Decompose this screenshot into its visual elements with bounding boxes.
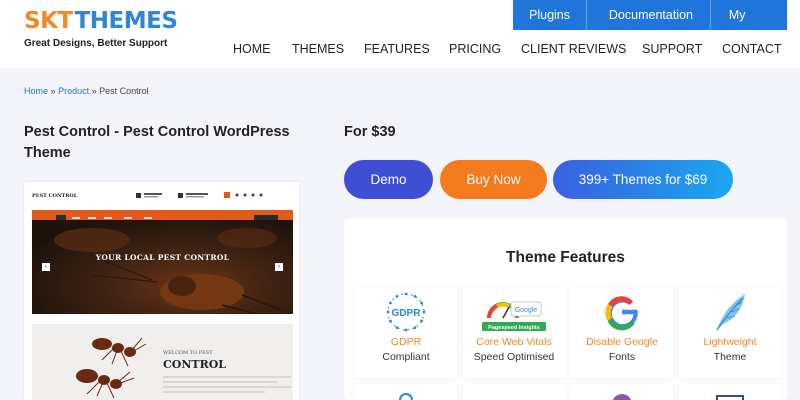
logo-tagline: Great Designs, Better Support [24, 38, 168, 49]
feature-lightweight-title: Lightweight [703, 336, 757, 348]
preview-prev-arrow-icon: ‹ [42, 263, 50, 271]
breadcrumb: Home » Product » Pest Control [24, 86, 149, 96]
preview-control-heading: CONTROL [163, 358, 227, 371]
breadcrumb-product[interactable]: Product [58, 86, 89, 96]
feature-row2-icon [399, 393, 413, 400]
breadcrumb-current: Pest Control [99, 86, 149, 96]
site-header: SKTTHEMES Great Designs, Better Support … [0, 0, 800, 68]
feature-card-row2-4 [679, 384, 781, 400]
feature-core-web-vitals-subtitle: Speed Optimised [473, 351, 555, 363]
feather-icon [716, 294, 745, 331]
feature-card-disable-google-fonts: Disable Google Fonts [571, 286, 673, 378]
preview-welcome-text: WELCOM TO PEST [163, 350, 213, 356]
feature-card-lightweight: Lightweight Theme [679, 286, 781, 378]
theme-features-panel: Theme Features GDPR GDPR Compliant Googl… [344, 219, 787, 400]
pagespeed-icon: Google Pagespeed Insights [482, 301, 546, 331]
preview-next-arrow-icon: › [275, 263, 283, 271]
feature-disable-google-fonts-subtitle: Fonts [608, 351, 636, 363]
feature-core-web-vitals-title: Core Web Vitals [476, 336, 552, 348]
nav-item-client-reviews[interactable]: CLIENT REVIEWS [521, 42, 642, 56]
preview-contact-strip [136, 192, 263, 198]
feature-card-row2-2 [463, 384, 565, 400]
page-title: Pest Control - Pest Control WordPress Th… [24, 124, 290, 161]
feature-card-core-web-vitals: Google Pagespeed Insights Core Web Vital… [463, 286, 565, 378]
nav-item-home[interactable]: HOME [233, 42, 292, 56]
feature-card-row2-3 [571, 384, 673, 400]
svg-text:GDPR: GDPR [392, 308, 422, 319]
pagespeed-insights-text: Pagespeed Insights [488, 325, 540, 331]
preview-hero-banner: YOUR LOCAL PEST CONTROL ‹ › [32, 220, 293, 314]
nav-item-contact[interactable]: CONTACT [722, 42, 782, 56]
nav-item-support[interactable]: SUPPORT [642, 42, 722, 56]
google-icon [605, 296, 638, 331]
preview-hero-heading: YOUR LOCAL PEST CONTROL [95, 253, 230, 262]
site-logo[interactable]: SKTTHEMES Great Designs, Better Support [24, 8, 178, 49]
feature-gdpr-title: GDPR [390, 336, 422, 348]
documentation-link[interactable]: Documentation [587, 0, 710, 30]
preview-header: PEST CONTROL [24, 182, 299, 210]
main-navigation: HOME THEMES FEATURES PRICING CLIENT REVI… [233, 42, 782, 56]
logo-brand-right: THEMES [74, 8, 178, 34]
feature-lightweight-subtitle: Theme [713, 351, 747, 363]
plugins-link[interactable]: Plugins [513, 0, 586, 30]
breadcrumb-separator: » [91, 86, 97, 96]
feature-card-row2-1 [355, 384, 457, 400]
preview-logo: PEST CONTROL [32, 193, 78, 199]
nav-item-features[interactable]: FEATURES [364, 42, 449, 56]
ants-illustration [76, 337, 147, 399]
feature-row2-icon [716, 395, 744, 400]
feature-card-gdpr: GDPR GDPR Compliant [355, 286, 457, 378]
price-label: For $39 [344, 124, 396, 140]
nav-item-themes[interactable]: THEMES [292, 42, 364, 56]
breadcrumb-separator: » [50, 86, 56, 96]
feature-disable-google-fonts-title: Disable Google [586, 336, 658, 348]
theme-features-heading: Theme Features [506, 249, 625, 266]
feature-row2-icon [612, 394, 632, 400]
buy-now-button[interactable]: Buy Now [440, 160, 547, 199]
top-utility-bar: Plugins Documentation My Account [513, 0, 787, 52]
bundle-offer-button[interactable]: 399+ Themes for $69 [553, 160, 733, 199]
breadcrumb-home[interactable]: Home [24, 86, 48, 96]
demo-button[interactable]: Demo [344, 160, 433, 199]
pagespeed-google-text: Google [515, 307, 538, 314]
preview-paragraph-lines [163, 376, 291, 396]
theme-preview-image[interactable]: PEST CONTROL YOUR LOCAL PEST CONTROL ‹ ›… [24, 182, 299, 400]
logo-brand-left: SKT [24, 8, 73, 34]
preview-nav-bar [32, 210, 293, 221]
nav-item-pricing[interactable]: PRICING [449, 42, 521, 56]
cockroach-illustration [54, 228, 283, 314]
gdpr-icon: GDPR [386, 292, 426, 332]
feature-gdpr-subtitle: Compliant [382, 351, 430, 363]
my-account-link[interactable]: My Account [711, 0, 787, 52]
logo-wordmark: SKTTHEMES [24, 8, 178, 35]
